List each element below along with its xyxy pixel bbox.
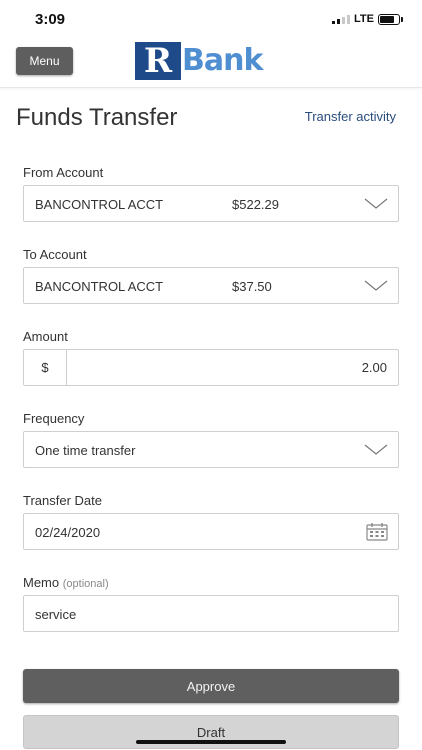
approve-button[interactable]: Approve <box>23 669 399 703</box>
from-account-label: From Account <box>23 165 104 180</box>
from-account-balance: $522.29 <box>232 197 279 212</box>
amount-field[interactable]: $ 2.00 <box>23 349 399 386</box>
memo-optional-hint: (optional) <box>62 578 109 590</box>
amount-input[interactable]: 2.00 <box>67 350 398 385</box>
chevron-down-icon <box>364 198 388 209</box>
battery-icon <box>378 14 400 25</box>
memo-label: Memo (optional) <box>23 575 109 590</box>
memo-label-text: Memo <box>23 575 60 590</box>
amount-label: Amount <box>23 329 68 344</box>
status-time: 3:09 <box>35 11 66 28</box>
from-account-name: BANCONTROL ACCT <box>35 197 164 212</box>
to-account-balance: $37.50 <box>232 279 272 294</box>
chevron-down-icon <box>364 444 388 455</box>
frequency-label: Frequency <box>23 411 85 426</box>
network-label: LTE <box>354 13 374 25</box>
battery-tip <box>401 17 403 22</box>
bank-logo[interactable]: R Bank <box>135 41 263 81</box>
chevron-down-icon <box>364 280 388 291</box>
frequency-select[interactable]: One time transfer <box>23 431 399 468</box>
to-account-label: To Account <box>23 247 87 262</box>
signal-icon <box>332 14 350 24</box>
page-title: Funds Transfer <box>16 104 178 131</box>
memo-input[interactable]: service <box>23 595 399 632</box>
transfer-date-value: 02/24/2020 <box>35 525 101 540</box>
frequency-value: One time transfer <box>35 443 136 458</box>
memo-value: service <box>35 607 77 622</box>
app-header: Menu R Bank <box>0 40 422 88</box>
transfer-date-label: Transfer Date <box>23 493 102 508</box>
logo-text: Bank <box>182 43 263 78</box>
transfer-activity-link[interactable]: Transfer activity <box>305 109 396 124</box>
currency-symbol: $ <box>24 350 67 385</box>
transfer-date-field[interactable]: 02/24/2020 <box>23 513 399 550</box>
menu-button[interactable]: Menu <box>16 47 73 75</box>
logo-mark: R <box>135 41 181 81</box>
from-account-select[interactable]: BANCONTROL ACCT $522.29 <box>23 185 399 222</box>
calendar-icon[interactable] <box>366 522 388 541</box>
to-account-select[interactable]: BANCONTROL ACCT $37.50 <box>23 267 399 304</box>
status-bar: 3:09 LTE <box>0 0 422 40</box>
home-indicator[interactable] <box>136 740 286 744</box>
to-account-name: BANCONTROL ACCT <box>35 279 164 294</box>
